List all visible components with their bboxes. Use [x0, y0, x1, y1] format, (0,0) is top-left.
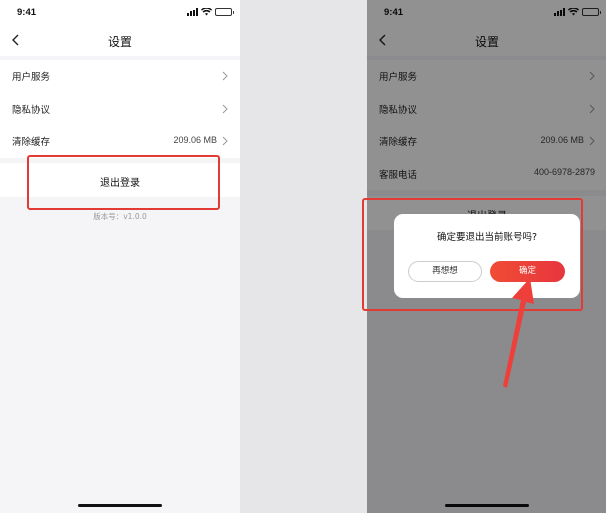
- version-label: 版本号：v1.0.0: [93, 212, 147, 221]
- left-phone-screen: 9:41 设置 用户服务 隐私协议 清除缓存 209.06 MB 退出登录 版本…: [0, 0, 240, 513]
- chevron-right-icon: [222, 136, 228, 146]
- list-item-user-service[interactable]: 用户服务: [0, 60, 240, 93]
- cache-size-value: 209.06 MB: [173, 134, 217, 145]
- page-title: 设置: [107, 35, 132, 49]
- list-item-privacy[interactable]: 隐私协议: [0, 93, 240, 126]
- list-item-clear-cache[interactable]: 清除缓存 209.06 MB: [0, 125, 240, 158]
- battery-icon: [215, 8, 234, 16]
- settings-list: 用户服务 隐私协议 清除缓存 209.06 MB: [0, 60, 240, 158]
- status-bar: 9:41: [0, 0, 240, 26]
- wifi-icon: [201, 8, 212, 16]
- list-item-label: 清除缓存: [12, 137, 51, 148]
- status-time: 9:41: [17, 7, 37, 18]
- stage: 9:41 设置 用户服务 隐私协议 清除缓存 209.06 MB 退出登录 版本…: [0, 0, 606, 513]
- home-indicator: [78, 504, 162, 507]
- nav-bar: 设置: [0, 26, 240, 56]
- chevron-right-icon: [222, 71, 228, 81]
- annotation-highlight-box: [362, 198, 583, 311]
- gap-background: [240, 0, 367, 513]
- list-item-label: 用户服务: [12, 72, 51, 83]
- chevron-right-icon: [222, 104, 228, 113]
- signal-icon: [187, 8, 198, 16]
- list-item-label: 隐私协议: [12, 104, 51, 116]
- annotation-highlight-box: [27, 155, 220, 210]
- status-icons: [187, 8, 234, 16]
